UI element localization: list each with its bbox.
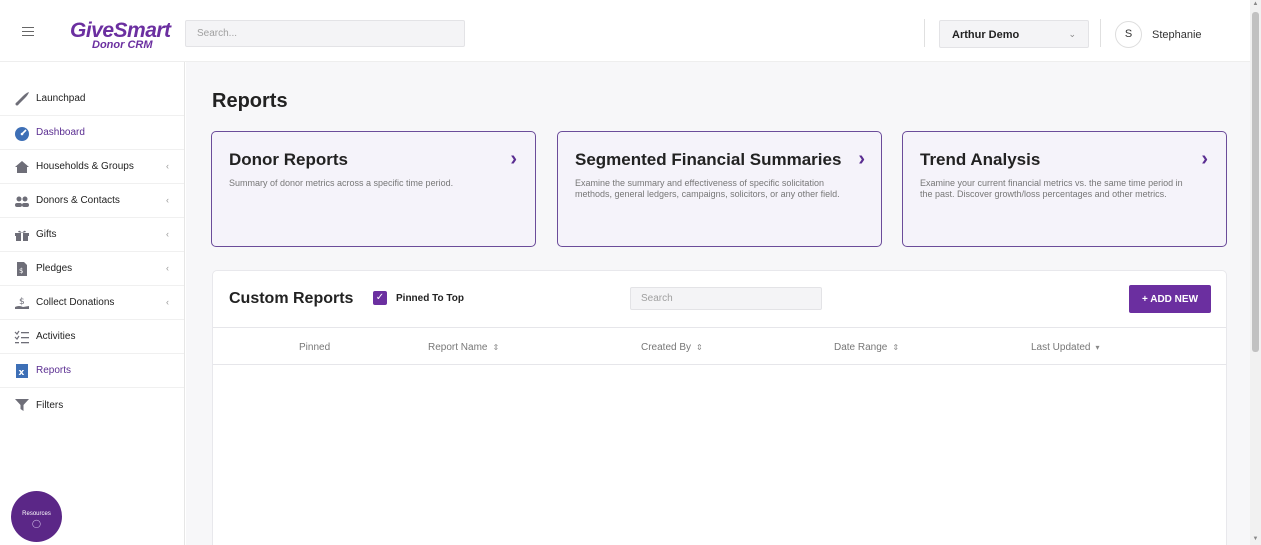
lightbulb-icon: ◯ [32,519,41,528]
chevron-right-icon: › [1201,148,1208,170]
people-icon [14,193,30,209]
chevron-right-icon: › [858,148,865,170]
donation-icon: $ [14,295,30,311]
card-description: Examine your current financial metrics v… [920,178,1183,199]
sidebar-item-dashboard[interactable]: Dashboard [0,116,184,150]
sidebar-item-label: Donors & Contacts [36,195,120,206]
chevron-down-icon: ⌄ [1068,29,1076,39]
menu-icon[interactable] [22,27,34,36]
pinned-to-top-checkbox[interactable]: ✓ [373,291,387,305]
rocket-icon [14,91,30,107]
column-header-created-by[interactable]: Created By ⇕ [641,342,703,353]
column-label: Pinned [299,342,331,353]
card-title: Trend Analysis [920,150,1041,169]
sort-icon: ⇕ [892,343,900,352]
chevron-left-icon: ‹ [166,263,169,273]
page-scrollbar[interactable]: ▲ ▼ [1250,0,1261,545]
main-content: Reports Donor Reports Summary of donor m… [186,62,1250,545]
scrollbar-thumb[interactable] [1252,12,1259,352]
column-label: Report Name [428,342,488,353]
page-title: Reports [212,90,288,112]
resources-label: Resources [22,511,51,517]
custom-reports-panel: Custom Reports ✓ Pinned To Top + ADD NEW… [212,270,1227,545]
column-label: Date Range [834,342,888,353]
scroll-down-arrow-icon[interactable]: ▼ [1252,536,1259,542]
filter-icon [14,397,30,413]
custom-reports-title: Custom Reports [229,290,354,307]
sidebar-item-label: Activities [36,331,76,342]
sort-icon: ⇕ [696,343,703,352]
chevron-left-icon: ‹ [166,161,169,171]
chevron-left-icon: ‹ [166,195,169,205]
card-description: Summary of donor metrics across a specif… [229,178,454,188]
sidebar-item-gifts[interactable]: Gifts ‹ [0,218,184,252]
user-name[interactable]: Stephanie [1152,29,1202,41]
sidebar-item-label: Reports [36,365,72,376]
sidebar-item-label: Dashboard [36,127,85,138]
sidebar-item-households-groups[interactable]: Households & Groups ‹ [0,150,184,184]
sidebar-item-collect-donations[interactable]: $ Collect Donations ‹ [0,286,184,320]
avatar[interactable]: S [1115,21,1142,48]
logo-subtitle: Donor CRM [92,39,153,51]
card-title: Donor Reports [229,150,348,169]
column-header-pinned[interactable]: Pinned [299,342,330,353]
divider [1100,19,1101,47]
sidebar-item-activities[interactable]: Activities [0,320,184,354]
organization-select[interactable]: Arthur Demo ⌄ [939,20,1089,48]
top-bar: GiveSmart Donor CRM Arthur Demo ⌄ S Step… [0,0,1250,62]
segmented-financial-summaries-card[interactable]: Segmented Financial Summaries Examine th… [557,131,882,247]
column-label: Last Updated [1031,342,1091,353]
sidebar-item-label: Launchpad [36,93,86,104]
sidebar-item-donors-contacts[interactable]: Donors & Contacts ‹ [0,184,184,218]
sidebar-item-label: Gifts [36,229,57,240]
svg-text:x: x [19,368,25,378]
gift-icon [14,227,30,243]
sidebar-item-pledges[interactable]: $ Pledges ‹ [0,252,184,286]
table-header: Pinned Report Name ⇕ Created By ⇕ Date Ran… [213,327,1226,365]
house-icon [14,159,30,175]
sidebar: Launchpad Dashboard Households & Groups … [0,62,185,545]
sidebar-item-launchpad[interactable]: Launchpad [0,82,184,116]
sidebar-item-label: Collect Donations [36,297,115,308]
list-icon [14,329,30,345]
card-title: Segmented Financial Summaries [575,150,842,169]
resources-button[interactable]: Resources ◯ [11,491,62,542]
trend-analysis-card[interactable]: Trend Analysis Examine your current fina… [902,131,1227,247]
sidebar-item-label: Households & Groups [36,161,134,172]
pinned-to-top-label[interactable]: Pinned To Top [396,293,464,304]
sidebar-item-label: Filters [36,399,64,411]
sort-descending-icon: ▾ [1095,343,1100,352]
chevron-left-icon: ‹ [166,297,169,307]
global-search-input[interactable] [185,20,465,47]
donor-reports-card[interactable]: Donor Reports Summary of donor metrics a… [211,131,536,247]
add-new-button[interactable]: + ADD NEW [1129,285,1211,313]
sidebar-item-filters[interactable]: Filters [0,388,184,422]
organization-name: Arthur Demo [952,29,1020,41]
scroll-up-arrow-icon[interactable]: ▲ [1252,1,1259,7]
logo[interactable]: GiveSmart Donor CRM [70,20,171,51]
chevron-right-icon: › [510,148,517,170]
report-icon: x [14,363,30,379]
card-description: Examine the summary and effectiveness of… [575,178,840,199]
divider [924,19,925,47]
column-header-last-updated[interactable]: Last Updated ▾ [1031,342,1100,353]
chevron-left-icon: ‹ [166,229,169,239]
column-header-report-name[interactable]: Report Name ⇕ [428,342,499,353]
sidebar-item-reports[interactable]: x Reports [0,354,184,388]
svg-text:$: $ [19,267,23,275]
sort-icon: ⇕ [492,343,500,352]
document-icon: $ [14,261,30,277]
svg-text:$: $ [19,297,25,307]
sidebar-item-label: Pledges [36,263,73,274]
column-header-date-range[interactable]: Date Range ⇕ [834,342,899,353]
gauge-icon [14,125,30,141]
reports-search-input[interactable] [630,287,822,310]
column-label: Created By [641,342,692,353]
